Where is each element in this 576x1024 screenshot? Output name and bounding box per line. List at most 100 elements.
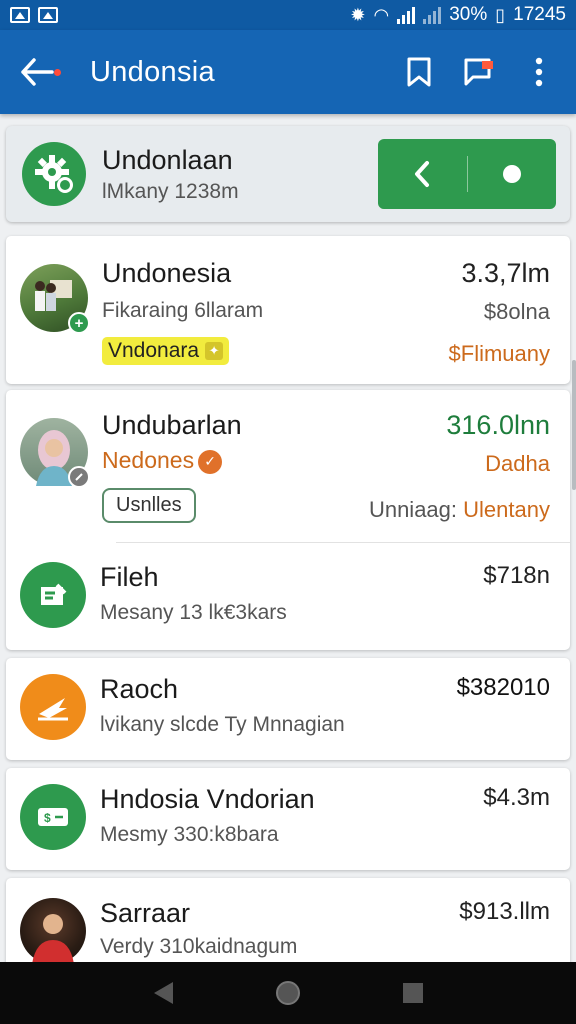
plane-icon xyxy=(38,698,68,721)
more-options-button[interactable] xyxy=(520,53,558,91)
signal-icon xyxy=(397,6,416,24)
status-bar: ✹ ◠ 30% ▯ 17245 xyxy=(0,0,576,30)
square-recents-icon xyxy=(403,983,424,1003)
item-side-value: Dadha xyxy=(485,451,550,476)
back-button[interactable] xyxy=(18,48,66,96)
clock: 17245 xyxy=(513,4,566,25)
item-amount: $913.llm xyxy=(459,898,550,925)
item-name: Raoch xyxy=(100,674,179,704)
item-side-status: $Flimuany xyxy=(448,341,550,366)
arrow-left-icon xyxy=(21,58,54,86)
dot-icon xyxy=(502,165,521,183)
item-amounts: $913.llm xyxy=(459,898,550,926)
cash-icon: $ xyxy=(38,808,68,826)
image-notification-icon xyxy=(10,7,30,23)
svg-text:$: $ xyxy=(44,811,51,825)
circle-home-icon xyxy=(275,981,300,1005)
chevron-left-icon xyxy=(415,161,430,187)
status-dot xyxy=(68,466,90,488)
app-actions xyxy=(400,53,558,91)
item-name: Undubarlan xyxy=(102,410,242,440)
item-subtitle: Mesany 13 lk€3kars xyxy=(100,601,287,624)
header-avatar xyxy=(22,142,86,206)
person-photo-icon xyxy=(32,914,74,964)
item-name: Hndosia Vndorian xyxy=(100,784,315,814)
item-amounts: 316.0lnn Dadha Unniaag: Ulentany xyxy=(369,410,550,523)
item-info: Hndosia Vndorian Mesmy 330:k8bara xyxy=(100,784,483,847)
item-subtitle-wrap: Nedones ✓ xyxy=(102,447,369,474)
list-row: Raoch lvikany slcde Ty Mnnagian $382010 xyxy=(6,674,570,740)
previous-button[interactable] xyxy=(378,139,467,209)
app-bar: Undonsia xyxy=(0,30,576,114)
triangle-back-icon xyxy=(153,982,173,1004)
bookmark-icon xyxy=(407,57,431,87)
item-icon xyxy=(20,674,86,740)
header-card[interactable]: Undonlaan lMkany 1238m xyxy=(6,126,570,222)
list-item[interactable]: + Undonesia Fikaraing 6llaram Vndonara ✦… xyxy=(6,236,570,384)
header-text: Undonlaan lMkany 1238m xyxy=(102,145,378,204)
item-name: Fileh xyxy=(100,562,159,592)
nav-home-button[interactable] xyxy=(268,973,308,1013)
battery-icon: ▯ xyxy=(495,5,506,25)
item-icon: $ xyxy=(20,784,86,850)
scrollbar[interactable] xyxy=(572,360,576,490)
item-tag-wrap: Vndonara ✦ xyxy=(102,337,449,365)
item-amounts: 3.3,7lm $8olna $Flimuany xyxy=(449,258,550,367)
side-status-value: Ulentany xyxy=(463,497,550,522)
gear-icon xyxy=(35,155,73,193)
page-title: Undonsia xyxy=(90,55,215,88)
list-item[interactable]: Fileh Mesany 13 lk€3kars $718n xyxy=(6,562,570,628)
item-info: Fileh Mesany 13 lk€3kars xyxy=(100,562,483,625)
item-amount: $718n xyxy=(483,562,550,589)
status-chip[interactable]: Usnlles xyxy=(102,488,196,523)
header-title: Undonlaan xyxy=(102,144,233,175)
list-group: Undubarlan Nedones ✓ Usnlles 316.0lnn Dad… xyxy=(6,390,570,650)
divider xyxy=(116,542,570,543)
item-amounts: $718n xyxy=(483,562,550,590)
header-controls xyxy=(378,139,556,209)
nav-back-button[interactable] xyxy=(143,973,183,1013)
more-vert-icon xyxy=(535,57,543,87)
list-item[interactable]: Raoch lvikany slcde Ty Mnnagian $382010 xyxy=(6,658,570,760)
item-amounts: $4.3m xyxy=(483,784,550,812)
list-row: $ Hndosia Vndorian Mesmy 330:k8bara $4.3… xyxy=(6,784,570,850)
gallery-notification-icon xyxy=(38,7,58,23)
record-button[interactable] xyxy=(468,139,557,209)
signal-secondary-icon xyxy=(423,6,442,24)
item-icon xyxy=(20,562,86,628)
status-right: ✹ ◠ 30% ▯ 17245 xyxy=(350,4,566,26)
item-tag-wrap: Usnlles xyxy=(102,488,369,523)
item-amounts: $382010 xyxy=(457,674,550,702)
list-row: Sarraar Verdy 310kaidnagum $913.llm xyxy=(6,898,570,964)
avatar xyxy=(20,898,86,964)
item-name: Undonesia xyxy=(102,258,232,288)
alarm-icon: ✹ xyxy=(350,5,366,25)
item-amount: 316.0lnn xyxy=(446,410,550,440)
report-button[interactable] xyxy=(460,53,498,91)
badge-icon: ✦ xyxy=(205,342,224,360)
nav-recents-button[interactable] xyxy=(393,973,433,1013)
notification-dot xyxy=(54,69,61,76)
item-amount: 3.3,7lm xyxy=(461,258,550,288)
status-badge-label: Vndonara xyxy=(108,339,200,362)
item-side-status: Unniaag: Ulentany xyxy=(369,497,550,523)
item-info: Undubarlan Nedones ✓ Usnlles xyxy=(102,410,369,523)
item-subtitle: lvikany slcde Ty Mnnagian xyxy=(100,713,345,736)
list-row: + Undonesia Fikaraing 6llaram Vndonara ✦… xyxy=(6,258,570,367)
avatar: + xyxy=(20,264,90,334)
online-badge: + xyxy=(68,312,90,334)
header-subtitle: lMkany 1238m xyxy=(102,179,239,203)
item-subtitle: Nedones xyxy=(102,447,195,473)
item-side-value: $8olna xyxy=(483,299,550,324)
item-info: Raoch lvikany slcde Ty Mnnagian xyxy=(100,674,457,737)
bookmark-button[interactable] xyxy=(400,53,438,91)
item-name: Sarraar xyxy=(100,898,191,928)
item-subtitle: Fikaraing 6llaram xyxy=(102,299,264,322)
battery-percent: 30% xyxy=(449,4,488,25)
side-status-label: Unniaag: xyxy=(368,497,458,522)
list-item[interactable]: $ Hndosia Vndorian Mesmy 330:k8bara $4.3… xyxy=(6,768,570,870)
wifi-icon: ◠ xyxy=(373,5,390,25)
receipt-icon xyxy=(41,583,67,605)
list-item[interactable]: Undubarlan Nedones ✓ Usnlles 316.0lnn Dad… xyxy=(6,410,570,523)
system-nav-bar xyxy=(0,962,576,1024)
